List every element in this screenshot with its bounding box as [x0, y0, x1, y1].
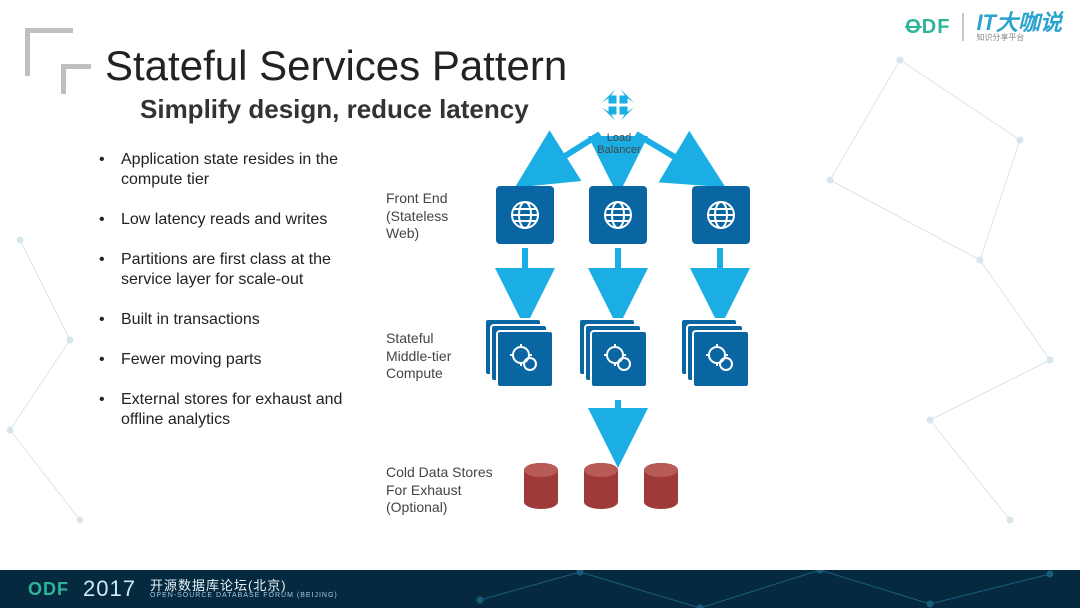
bullet-item: External stores for exhaust and offline …: [95, 390, 385, 430]
midtier-node: [484, 318, 554, 388]
datastore-cylinder-icon: [582, 462, 620, 510]
frontend-node: [692, 186, 750, 244]
load-balancer-node: [593, 80, 643, 130]
logo-itdaka: IT大咖说 知识分享平台: [976, 12, 1062, 42]
midtier-node: [578, 318, 648, 388]
datastore-cylinder-icon: [642, 462, 680, 510]
logo-odf: OODFDF: [905, 17, 950, 37]
header-logos: OODFDF IT大咖说 知识分享平台: [905, 12, 1062, 42]
architecture-diagram: Load Balancer Front End (Stateless Web) …: [400, 78, 920, 558]
frontend-node: [496, 186, 554, 244]
bullet-item: Fewer moving parts: [95, 350, 385, 370]
footer-title-cn: 开源数据库论坛(北京): [150, 579, 338, 592]
frontend-node: [589, 186, 647, 244]
datastore-cylinder-icon: [522, 462, 560, 510]
coldstore-label: Cold Data Stores For Exhaust (Optional): [386, 464, 493, 517]
footer-logo-odf: ODF: [28, 579, 69, 600]
bullet-item: Low latency reads and writes: [95, 210, 385, 230]
bullet-list: Application state resides in the compute…: [95, 150, 385, 450]
bullet-item: Partitions are first class at the servic…: [95, 250, 385, 290]
load-balancer-label: Load Balancer: [590, 132, 648, 156]
logo-separator: [962, 13, 964, 41]
footer-year: 2017: [83, 576, 136, 602]
slide-footer: ODF 2017 开源数据库论坛(北京) OPEN-SOURCE DATABAS…: [0, 570, 1080, 608]
midtier-label: Stateful Middle-tier Compute: [386, 330, 451, 383]
midtier-node: [680, 318, 750, 388]
footer-title-en: OPEN-SOURCE DATABASE FORUM (BEIJING): [150, 592, 338, 599]
bullet-item: Application state resides in the compute…: [95, 150, 385, 190]
slide-corner-mark: [25, 28, 83, 86]
bullet-item: Built in transactions: [95, 310, 385, 330]
frontend-tier-label: Front End (Stateless Web): [386, 190, 448, 243]
footer-network-decoration: [460, 570, 1080, 608]
